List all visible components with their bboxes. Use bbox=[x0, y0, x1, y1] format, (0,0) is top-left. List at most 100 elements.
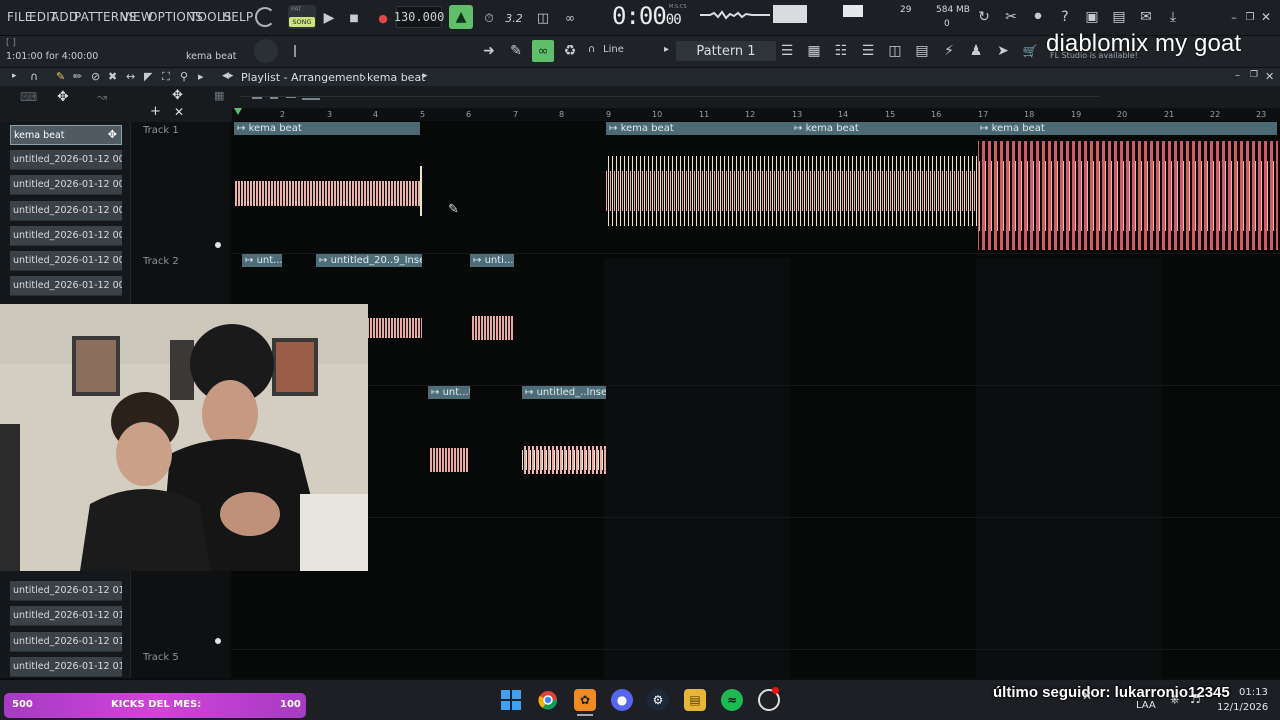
slice-tool-icon[interactable]: ◤ bbox=[144, 70, 152, 83]
menu-help[interactable]: HELP bbox=[222, 10, 253, 24]
tray-close-icon[interactable]: ✕ bbox=[1082, 689, 1092, 703]
picker-item[interactable]: kema beat ✥ bbox=[10, 125, 122, 145]
undo-icon[interactable]: ↻ bbox=[973, 6, 995, 28]
track-5-label[interactable]: Track 5 bbox=[143, 652, 179, 663]
playlist-icon[interactable]: ☰ bbox=[776, 40, 798, 62]
overview-scrollbar[interactable] bbox=[240, 96, 1100, 97]
picker-item[interactable]: untitled_2026-01-12 00-... bbox=[10, 276, 122, 296]
add-track-icon[interactable]: + bbox=[150, 104, 161, 119]
cut-icon[interactable]: ✂ bbox=[1000, 6, 1022, 28]
clock-date[interactable]: 12/1/2026 bbox=[1217, 702, 1268, 713]
speaker-icon[interactable]: ♬ bbox=[1190, 692, 1201, 706]
touch-keyboard-icon[interactable]: ♟ bbox=[965, 40, 987, 62]
chat-icon[interactable]: ✉ bbox=[1135, 6, 1157, 28]
playlist-menu-arrow[interactable]: ▸ bbox=[12, 71, 17, 81]
pl-maximize-icon[interactable]: ❐ bbox=[1250, 70, 1258, 80]
select-tool-icon[interactable]: ⛶ bbox=[162, 70, 170, 84]
pattern-prev-icon[interactable]: ▸ bbox=[664, 44, 669, 55]
master-volume-knob[interactable] bbox=[255, 7, 275, 27]
mic-icon[interactable]: ⚫ bbox=[1027, 6, 1049, 28]
chrome-icon[interactable] bbox=[537, 689, 559, 711]
track-1-label[interactable]: Track 1 bbox=[143, 125, 179, 136]
download-icon[interactable]: ⤓ bbox=[1162, 6, 1184, 28]
breadcrumb-arrow-icon[interactable]: ◀▸ bbox=[222, 71, 233, 81]
mute-tool-icon[interactable]: ✖ bbox=[108, 70, 117, 83]
steam-icon[interactable]: ⚙ bbox=[647, 689, 669, 711]
main-pitch-slider[interactable] bbox=[294, 45, 296, 57]
pl-close-icon[interactable]: ✕ bbox=[1265, 70, 1274, 83]
playlist-pattern-crumb[interactable]: kema beat bbox=[367, 71, 426, 84]
channel-rack-icon[interactable]: ☷ bbox=[830, 40, 852, 62]
tempo-display[interactable]: 130.000 bbox=[394, 6, 444, 28]
draw-tool-icon[interactable]: ✎ bbox=[56, 70, 65, 83]
audio-clip-header[interactable]: ↦ untitled_..Insert 1 bbox=[522, 386, 606, 399]
step-sequencer-icon[interactable]: ▦ bbox=[803, 40, 825, 62]
picker-item[interactable]: untitled_2026-01-12 00-... bbox=[10, 201, 122, 221]
picker-item[interactable]: untitled_2026-01-12 01-... bbox=[10, 606, 122, 626]
pl-minimize-icon[interactable]: – bbox=[1235, 70, 1240, 81]
audio-clip-header[interactable]: ↦ kema beat bbox=[791, 122, 977, 135]
render-icon[interactable]: ▤ bbox=[1108, 6, 1130, 28]
help-icon[interactable]: ? bbox=[1054, 6, 1076, 28]
countdown-icon[interactable]: 3.2 bbox=[503, 7, 525, 29]
audio-clip-header[interactable]: ↦ kema beat bbox=[234, 122, 420, 135]
discord-icon[interactable]: ● bbox=[611, 689, 633, 711]
snap-magnet-icon[interactable]: ∩ bbox=[588, 44, 595, 55]
plugin-database-icon[interactable]: ◫ bbox=[884, 40, 906, 62]
fl-studio-icon[interactable]: ✿ bbox=[574, 689, 596, 711]
delete-tool-icon[interactable]: ⊘ bbox=[91, 70, 100, 83]
remove-icon[interactable]: ✕ bbox=[174, 105, 184, 119]
stamp-icon[interactable]: ♻ bbox=[559, 40, 581, 62]
picker-item[interactable]: untitled_2026-01-12 00-... bbox=[10, 150, 122, 170]
picker-move-icon[interactable]: ✥ bbox=[172, 88, 183, 103]
snap-value[interactable]: Line bbox=[603, 44, 624, 55]
close-icon[interactable]: ✕ bbox=[1255, 6, 1277, 28]
store-icon[interactable]: 🛒 bbox=[1019, 40, 1041, 62]
track-2-label[interactable]: Track 2 bbox=[143, 256, 179, 267]
slip-tool-icon[interactable]: ↔ bbox=[126, 70, 135, 83]
clock-time[interactable]: 01:13 bbox=[1239, 687, 1268, 698]
step-edit-icon[interactable]: ◫ bbox=[532, 7, 554, 29]
track-1-mute[interactable] bbox=[215, 242, 221, 248]
obs-icon[interactable] bbox=[758, 687, 780, 711]
picker-item[interactable]: untitled_2026-01-12 00-... bbox=[10, 251, 122, 271]
picker-item[interactable]: untitled_2026-01-12 00-... bbox=[10, 175, 122, 195]
picker-automation-icon[interactable]: ↝ bbox=[97, 90, 107, 104]
wifi-icon[interactable]: ⎈ bbox=[1170, 692, 1180, 707]
audio-clip-header[interactable]: ↦ unt...t 1 bbox=[428, 386, 470, 399]
browser-icon[interactable]: ▤ bbox=[911, 40, 933, 62]
keyboard-language[interactable]: LAA bbox=[1136, 700, 1156, 711]
mixer-icon[interactable]: ☰ bbox=[857, 40, 879, 62]
spotify-icon[interactable]: ≈ bbox=[721, 689, 743, 711]
magnet-icon[interactable]: ∩ bbox=[30, 70, 38, 83]
metronome-icon[interactable]: ▲ bbox=[449, 5, 473, 29]
paint-tool-icon[interactable]: ✏ bbox=[73, 70, 82, 83]
plugin-icon[interactable]: ⚡ bbox=[938, 40, 960, 62]
zoom-tool-icon[interactable]: ⚲ bbox=[180, 70, 188, 83]
save-icon[interactable]: ▣ bbox=[1081, 6, 1103, 28]
picker-item[interactable]: untitled_2026-01-12 00-... bbox=[10, 226, 122, 246]
link-icon[interactable]: ∞ bbox=[532, 40, 554, 62]
pitch-knob[interactable] bbox=[254, 39, 278, 63]
picker-item[interactable]: untitled_2026-01-12 01-... bbox=[10, 657, 122, 677]
pencil-icon[interactable]: ✎ bbox=[505, 40, 527, 62]
playlist-grid[interactable]: 2 3 4 5 6 7 8 9 10 11 12 13 14 15 16 17 … bbox=[232, 108, 1280, 678]
tempo-tapper-icon[interactable]: ➤ bbox=[992, 40, 1014, 62]
picker-piano-icon[interactable]: ⌨ bbox=[20, 90, 37, 104]
play-icon[interactable]: ▶ bbox=[318, 7, 340, 29]
windows-start-icon[interactable] bbox=[500, 689, 522, 711]
file-explorer-icon[interactable]: ▤ bbox=[684, 689, 706, 711]
picker-grid-icon[interactable]: ▦ bbox=[214, 89, 224, 102]
audio-clip-header[interactable]: ↦ kema beat bbox=[977, 122, 1277, 135]
audio-clip-header[interactable]: ↦ kema beat bbox=[606, 122, 791, 135]
picker-item[interactable]: untitled_2026-01-12 01-... bbox=[10, 632, 122, 652]
picker-audio-icon[interactable]: ✥ bbox=[57, 89, 69, 105]
picker-item[interactable]: untitled_2026-01-12 01-... bbox=[10, 581, 122, 601]
timeline-ruler[interactable]: 2 3 4 5 6 7 8 9 10 11 12 13 14 15 16 17 … bbox=[232, 108, 1280, 121]
loop-record-icon[interactable]: ∞ bbox=[559, 7, 581, 29]
pat-song-switch[interactable]: PAT SONG bbox=[288, 5, 316, 29]
record-icon[interactable]: ● bbox=[372, 7, 394, 29]
playhead-marker[interactable] bbox=[234, 108, 242, 115]
crumb-arrow-icon[interactable]: ▸ bbox=[423, 71, 428, 81]
stop-icon[interactable]: ■ bbox=[343, 7, 365, 29]
